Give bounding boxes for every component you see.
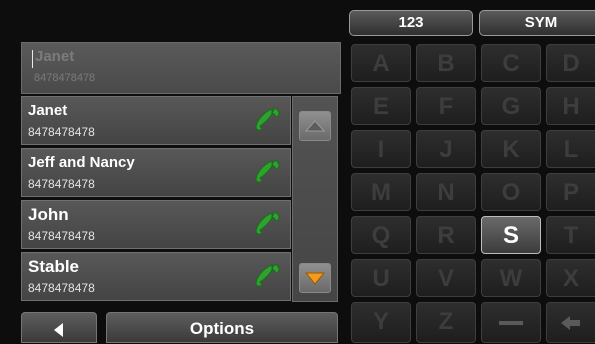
- key-n[interactable]: N: [416, 173, 476, 211]
- back-button[interactable]: [21, 312, 97, 343]
- key-z[interactable]: Z: [416, 302, 476, 343]
- space-key[interactable]: [481, 302, 541, 343]
- backspace-key[interactable]: [546, 302, 595, 343]
- key-a[interactable]: A: [351, 44, 411, 82]
- tab-numbers[interactable]: 123: [349, 10, 473, 36]
- key-e[interactable]: E: [351, 87, 411, 125]
- phone-icon[interactable]: [254, 105, 282, 135]
- key-m[interactable]: M: [351, 173, 411, 211]
- screen: Janet 8478478478 Janet 8478478478 Jeff a…: [0, 0, 595, 343]
- phone-icon[interactable]: [254, 209, 282, 239]
- contact-number: 8478478478: [28, 229, 95, 243]
- tab-symbols[interactable]: SYM: [479, 10, 595, 36]
- phone-icon[interactable]: [254, 261, 282, 291]
- contact-name: Jeff and Nancy: [28, 154, 135, 171]
- backspace-arrow-icon: [561, 315, 580, 330]
- contact-name: Stable: [28, 257, 80, 276]
- key-s[interactable]: S: [481, 216, 541, 254]
- contact-row-2[interactable]: Jeff and Nancy 8478478478: [21, 148, 291, 197]
- contact-name: John: [28, 205, 69, 224]
- key-j[interactable]: J: [416, 130, 476, 168]
- key-o[interactable]: O: [481, 173, 541, 211]
- key-v[interactable]: V: [416, 259, 476, 297]
- text-cursor: [32, 50, 33, 68]
- key-t[interactable]: T: [546, 216, 595, 254]
- phone-icon[interactable]: [254, 157, 282, 187]
- key-q[interactable]: Q: [351, 216, 411, 254]
- scroll-down-button[interactable]: [299, 263, 331, 293]
- contact-number: 8478478478: [28, 177, 95, 191]
- key-d[interactable]: D: [546, 44, 595, 82]
- key-l[interactable]: L: [546, 130, 595, 168]
- key-h[interactable]: H: [546, 87, 595, 125]
- key-u[interactable]: U: [351, 259, 411, 297]
- search-text: Janet: [35, 48, 75, 65]
- key-k[interactable]: K: [481, 130, 541, 168]
- contact-name: Janet: [28, 102, 68, 119]
- chevron-up-icon: [304, 120, 326, 132]
- key-f[interactable]: F: [416, 87, 476, 125]
- key-i[interactable]: I: [351, 130, 411, 168]
- scrollbar[interactable]: [292, 96, 338, 302]
- contact-row-4[interactable]: Stable 8478478478: [21, 252, 291, 301]
- key-y[interactable]: Y: [351, 302, 411, 343]
- key-r[interactable]: R: [416, 216, 476, 254]
- key-w[interactable]: W: [481, 259, 541, 297]
- scroll-up-button[interactable]: [299, 111, 331, 141]
- search-number: 8478478478: [34, 72, 96, 84]
- triangle-left-icon: [54, 322, 63, 337]
- options-button[interactable]: Options: [106, 312, 338, 343]
- key-c[interactable]: C: [481, 44, 541, 82]
- search-field[interactable]: Janet 8478478478: [21, 42, 341, 94]
- key-g[interactable]: G: [481, 87, 541, 125]
- contact-row-3[interactable]: John 8478478478: [21, 200, 291, 249]
- key-p[interactable]: P: [546, 173, 595, 211]
- space-bar-icon: [499, 320, 523, 325]
- contact-number: 8478478478: [28, 281, 95, 295]
- chevron-down-icon: [304, 272, 326, 285]
- contact-row-1[interactable]: Janet 8478478478: [21, 96, 291, 145]
- contact-number: 8478478478: [28, 125, 95, 139]
- key-x[interactable]: X: [546, 259, 595, 297]
- key-b[interactable]: B: [416, 44, 476, 82]
